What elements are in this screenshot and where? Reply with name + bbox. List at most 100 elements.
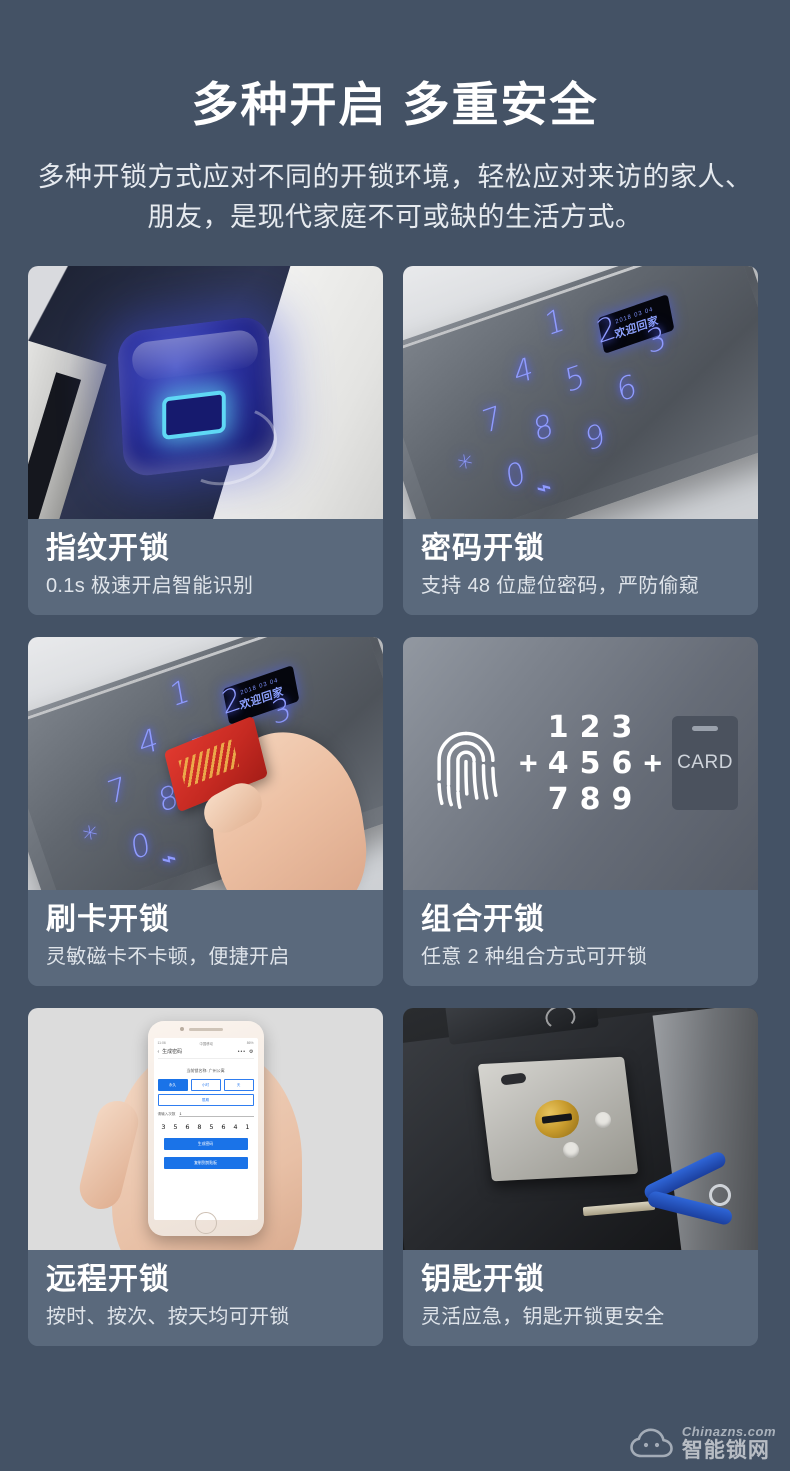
card-label: 刷卡开锁 灵敏磁卡不卡顿，便捷开启 — [28, 889, 383, 986]
key-1: 1 — [542, 301, 568, 344]
key-1: 1 — [167, 672, 193, 715]
card-title: 远程开锁 — [46, 1262, 170, 1296]
fingerprint-sensor-photo — [28, 265, 383, 519]
key-3: 3 — [268, 690, 294, 733]
digit-8: 8 — [579, 781, 602, 817]
app-nav-bar: ‹ 生成密码 ••• ⚙ — [157, 1046, 254, 1060]
plus-symbol-2: + — [643, 744, 662, 781]
card-label: 钥匙开锁 灵活应急，钥匙开锁更安全 — [403, 1249, 758, 1346]
page-subtitle: 多种开锁方式应对不同的开锁环境，轻松应对来访的家人、朋友，是现代家庭不可或缺的生… — [37, 162, 753, 232]
gear-icon[interactable]: ⚙ — [249, 1049, 253, 1055]
combination-icons: + 1 2 3 4 5 6 7 8 9 + CARD — [403, 636, 758, 890]
code-digit: 5 — [209, 1123, 214, 1132]
keypad-digits-icon: 1 2 3 4 5 6 7 8 9 — [548, 710, 634, 817]
card-description: 支持 48 位虚位密码，严防偷窥 — [421, 574, 700, 597]
key-3: 3 — [643, 319, 669, 362]
card-fingerprint[interactable]: 指纹开锁 0.1s 极速开启智能识别 — [28, 265, 383, 615]
generated-password: 3 5 6 8 5 6 4 1 — [158, 1123, 254, 1131]
key-2: 2 — [593, 308, 619, 352]
digit-4: 4 — [547, 745, 570, 781]
card-title: 密码开锁 — [421, 531, 545, 565]
smartphone: 11:06 中国移动 86% ‹ 生成密码 ••• ⚙ 当前锁名称: 广州公寓 … — [147, 1021, 264, 1237]
card-title: 刷卡开锁 — [46, 902, 170, 936]
card-key[interactable]: 钥匙开锁 灵活应急，钥匙开锁更安全 — [403, 1007, 758, 1346]
mode-chip-permanent[interactable]: 永久 — [157, 1079, 188, 1092]
card-remote[interactable]: 11:06 中国移动 86% ‹ 生成密码 ••• ⚙ 当前锁名称: 广州公寓 … — [28, 1007, 383, 1346]
code-digit: 3 — [161, 1123, 166, 1132]
card-label: 指纹开锁 0.1s 极速开启智能识别 — [28, 518, 383, 615]
card-icon-label: CARD — [677, 752, 733, 774]
digit-9: 9 — [611, 781, 634, 817]
watermark-name: 智能锁网 — [681, 1439, 770, 1462]
home-button[interactable] — [194, 1212, 217, 1235]
plus-symbol-1: + — [519, 744, 538, 781]
phone-speaker — [188, 1028, 223, 1032]
card-swipe[interactable]: 2018 03 04 欢迎回家 1 2 3 4 5 6 7 8 9 * 0 ⌁ — [28, 636, 383, 986]
card-description: 灵敏磁卡不卡顿，便捷开启 — [46, 945, 290, 968]
digit-7: 7 — [547, 781, 570, 817]
unlock-methods-grid: 指纹开锁 0.1s 极速开启智能识别 2018 03 04 欢迎回家 1 2 3… — [0, 265, 790, 1346]
card-swipe-photo: 2018 03 04 欢迎回家 1 2 3 4 5 6 7 8 9 * 0 ⌁ — [28, 636, 383, 890]
mode-chip-group: 永久 小时 天 限期 — [157, 1079, 254, 1107]
key-cylinder-photo — [403, 1007, 758, 1250]
screw-cap-bottom — [563, 1141, 579, 1158]
back-icon[interactable]: ‹ — [158, 1049, 160, 1055]
lock-name-label: 当前锁名称: 广州公寓 — [186, 1068, 225, 1074]
app-title: 生成密码 — [162, 1049, 183, 1056]
site-watermark: Chinazns.com 智能锁网 — [629, 1425, 776, 1461]
status-time: 11:06 — [157, 1041, 166, 1046]
key-4: 4 — [510, 350, 536, 393]
key-7: 7 — [104, 770, 130, 813]
card-title: 钥匙开锁 — [421, 1262, 545, 1296]
access-card-icon: CARD — [672, 716, 738, 811]
times-input-row: 请输入次数 1 — [157, 1112, 254, 1118]
phone-in-hand-photo: 11:06 中国移动 86% ‹ 生成密码 ••• ⚙ 当前锁名称: 广州公寓 … — [28, 1007, 383, 1250]
key-2: 2 — [218, 679, 244, 723]
key-8: 8 — [530, 406, 556, 450]
code-digit: 4 — [233, 1123, 238, 1132]
page-header: 多种开启 多重安全 多种开锁方式应对不同的开锁环境，轻松应对来访的家人、朋友，是… — [0, 0, 790, 238]
times-input-field[interactable]: 1 — [179, 1112, 254, 1118]
fingerprint-scan-glow — [162, 389, 226, 441]
phone-camera — [179, 1027, 184, 1032]
app-screen: 11:06 中国移动 86% ‹ 生成密码 ••• ⚙ 当前锁名称: 广州公寓 … — [153, 1038, 258, 1221]
key-0: 0 — [128, 825, 154, 868]
status-battery: 86% — [246, 1041, 254, 1046]
watermark-site: Chinazns.com — [681, 1424, 776, 1439]
digit-2: 2 — [579, 709, 602, 745]
key-0: 0 — [503, 454, 529, 497]
digit-1: 1 — [547, 709, 570, 745]
card-label: 密码开锁 支持 48 位虚位密码，严防偷窥 — [403, 518, 758, 615]
key-6: 6 — [614, 367, 640, 410]
generate-password-button[interactable]: 生成密码 — [163, 1138, 248, 1151]
card-description: 按时、按次、按天均可开锁 — [46, 1305, 290, 1328]
code-digit: 5 — [173, 1123, 178, 1132]
code-digit: 6 — [221, 1123, 226, 1132]
code-digit: 6 — [185, 1123, 190, 1132]
card-title: 指纹开锁 — [46, 531, 170, 565]
code-digit: 8 — [197, 1123, 202, 1132]
fingerprint-icon — [437, 732, 498, 810]
card-description: 0.1s 极速开启智能识别 — [46, 574, 254, 597]
mode-chip-limited[interactable]: 限期 — [157, 1094, 254, 1107]
copy-to-clipboard-button[interactable]: 复制到剪贴板 — [163, 1157, 248, 1170]
more-icon[interactable]: ••• — [238, 1049, 246, 1055]
card-label: 远程开锁 按时、按次、按天均可开锁 — [28, 1249, 383, 1346]
card-label: 组合开锁 任意 2 种组合方式可开锁 — [403, 889, 758, 986]
card-combination[interactable]: + 1 2 3 4 5 6 7 8 9 + CARD 组合开锁 任意 2 种组合… — [403, 636, 758, 986]
card-password[interactable]: 2018 03 04 欢迎回家 1 2 3 4 5 6 7 8 9 * 0 ⌁ … — [403, 265, 758, 615]
cloud-icon — [630, 1428, 673, 1458]
key-7: 7 — [479, 399, 505, 442]
key-4: 4 — [135, 721, 161, 764]
digit-6: 6 — [611, 745, 634, 781]
code-digit: 1 — [245, 1123, 250, 1132]
page-title: 多种开启 多重安全 — [191, 78, 599, 131]
status-carrier: 中国移动 — [199, 1042, 213, 1047]
mode-chip-day[interactable]: 天 — [223, 1079, 254, 1092]
digit-3: 3 — [611, 709, 634, 745]
screw-cap-top — [595, 1111, 611, 1128]
key-9: 9 — [582, 416, 608, 459]
digit-5: 5 — [579, 745, 602, 781]
mode-chip-hour[interactable]: 小时 — [190, 1079, 221, 1092]
times-input-label: 请输入次数 — [157, 1112, 176, 1117]
